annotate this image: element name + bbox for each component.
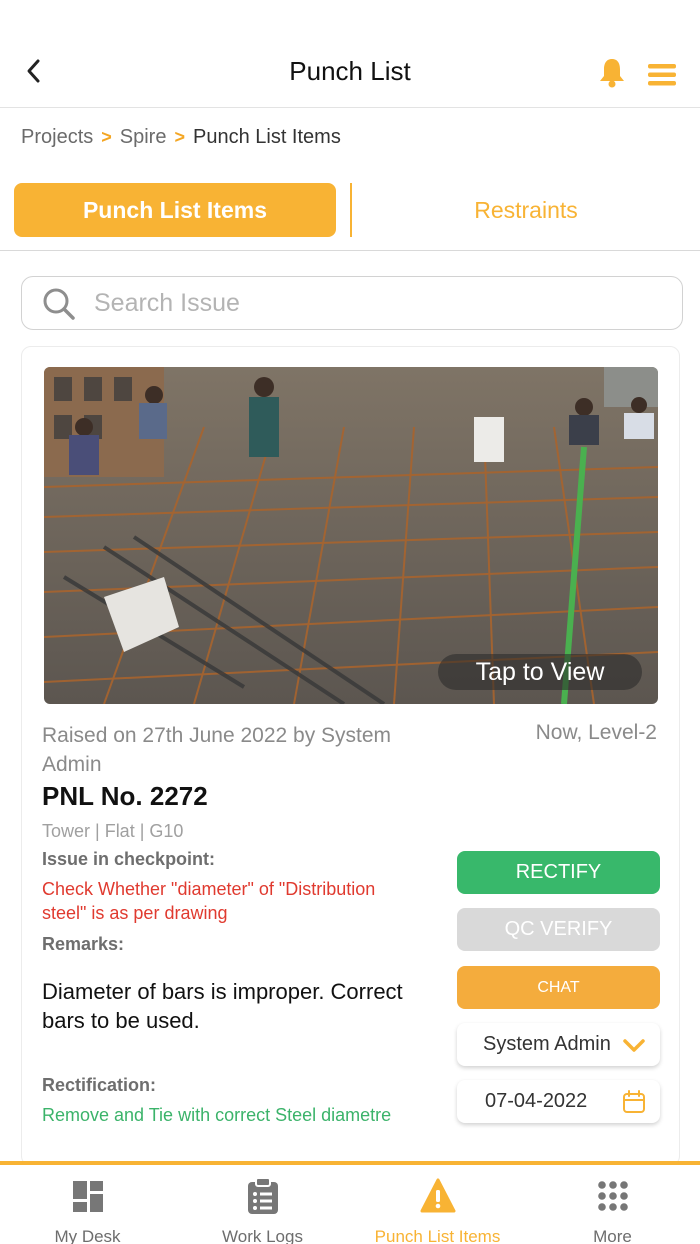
nav-more[interactable]: More xyxy=(525,1165,700,1244)
tab-restraints[interactable]: Restraints xyxy=(352,183,700,237)
remarks-text: Diameter of bars is improper. Correct ba… xyxy=(42,979,403,1033)
tap-to-view-badge[interactable]: Tap to View xyxy=(438,654,642,690)
chat-button[interactable]: CHAT xyxy=(457,966,660,1009)
grid-dots-icon xyxy=(598,1181,628,1211)
app-header: Punch List xyxy=(0,0,700,108)
nav-work-logs[interactable]: Work Logs xyxy=(175,1165,350,1244)
breadcrumb-spire[interactable]: Spire xyxy=(120,126,167,149)
pnl-number: PNL No. 2272 xyxy=(42,781,208,811)
location-path: Tower | Flat | G10 xyxy=(42,821,184,841)
bell-icon[interactable] xyxy=(597,56,627,88)
issue-photo[interactable]: Tap to View xyxy=(44,367,658,704)
issue-text: Check Whether "diameter" of "Distributio… xyxy=(42,879,376,923)
warning-icon xyxy=(420,1178,456,1213)
dashboard-icon xyxy=(73,1181,103,1212)
punch-item-card: Tap to View Raised on 27th June 2022 by … xyxy=(21,346,680,1166)
nav-punch-list-items[interactable]: Punch List Items xyxy=(350,1165,525,1244)
raised-info: Raised on 27th June 2022 by System Admin xyxy=(42,724,392,776)
search-placeholder: Search Issue xyxy=(94,289,240,317)
breadcrumb-separator: > xyxy=(101,127,112,147)
breadcrumb: Projects > Spire > Punch List Items xyxy=(21,126,341,149)
date-value: 07-04-2022 xyxy=(485,1090,588,1112)
tab-punch-list-items[interactable]: Punch List Items xyxy=(14,183,336,237)
bottom-navigation: My Desk Work Logs Punch List Items More xyxy=(0,1161,700,1244)
rectify-button[interactable]: RECTIFY xyxy=(457,851,660,894)
clipboard-icon xyxy=(248,1177,278,1214)
nav-label-punch-list-items: Punch List Items xyxy=(374,1227,501,1244)
remarks-label: Remarks: xyxy=(42,934,125,954)
assignee-value: System Admin xyxy=(483,1033,611,1055)
breadcrumb-current: Punch List Items xyxy=(192,126,341,148)
search-icon xyxy=(43,288,75,320)
date-picker[interactable]: 07-04-2022 xyxy=(457,1080,660,1123)
nav-label-my-desk: My Desk xyxy=(54,1227,121,1244)
qc-verify-button[interactable]: QC VERIFY xyxy=(457,908,660,951)
search-input[interactable]: Search Issue xyxy=(21,276,683,330)
nav-label-more: More xyxy=(593,1227,632,1244)
issue-level: Now, Level-2 xyxy=(535,721,657,744)
hamburger-menu-icon[interactable] xyxy=(646,62,678,88)
breadcrumb-separator: > xyxy=(174,127,185,147)
chevron-down-icon xyxy=(623,1039,645,1052)
segment-tabs: Punch List Items Restraints xyxy=(0,183,700,251)
rectification-text: Remove and Tie with correct Steel diamet… xyxy=(42,1105,392,1125)
assignee-dropdown[interactable]: System Admin xyxy=(457,1023,660,1066)
breadcrumb-projects[interactable]: Projects xyxy=(21,126,93,149)
nav-my-desk[interactable]: My Desk xyxy=(0,1165,175,1244)
calendar-icon xyxy=(623,1090,645,1113)
nav-label-work-logs: Work Logs xyxy=(222,1227,303,1244)
rectification-label: Rectification: xyxy=(42,1075,157,1095)
page-title: Punch List xyxy=(289,56,411,86)
issue-label: Issue in checkpoint: xyxy=(42,849,216,869)
